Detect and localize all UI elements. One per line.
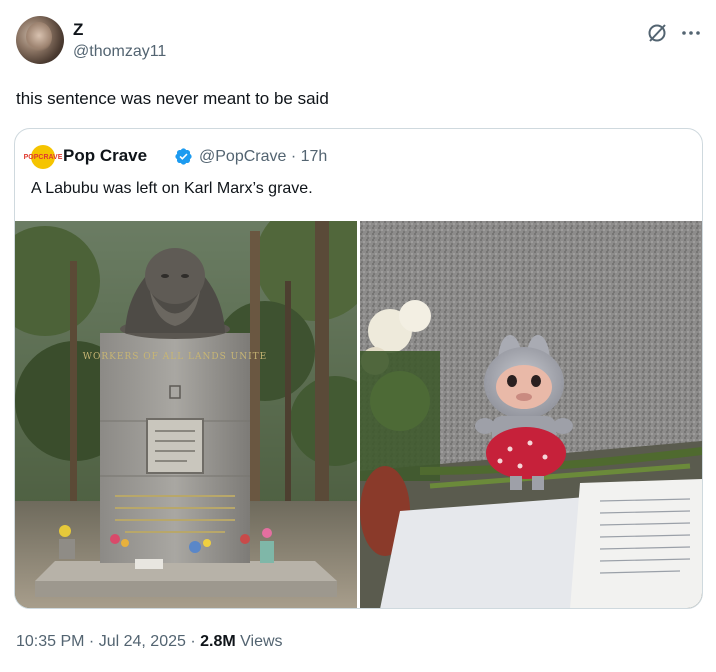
more-icon[interactable]	[680, 22, 702, 44]
photo-grid: WORKERS OF ALL LANDS UNITE	[15, 221, 702, 608]
quoted-tweet-header: POP CRAVE Pop Crave @PopCrave · 17h	[24, 145, 631, 169]
grok-icon[interactable]	[646, 22, 668, 44]
photo-marx-grave[interactable]: WORKERS OF ALL LANDS UNITE	[15, 221, 357, 608]
grave-engraving: WORKERS OF ALL LANDS UNITE	[83, 352, 267, 362]
quoted-tweet[interactable]: POP CRAVE Pop Crave @PopCrave · 17h A Lab…	[14, 128, 703, 609]
popcrave-logo[interactable]: POP CRAVE	[24, 145, 62, 169]
tweet-text: this sentence was never meant to be said	[16, 89, 329, 108]
quoted-display-name[interactable]: Pop Crave	[63, 146, 147, 166]
verified-badge-icon	[174, 147, 193, 166]
views-count: 2.8M	[200, 633, 236, 650]
tweet-header: Z @thomzay11	[16, 16, 700, 68]
quoted-handle-time[interactable]: @PopCrave · 17h	[199, 147, 327, 167]
avatar[interactable]	[16, 16, 64, 64]
display-name[interactable]: Z	[73, 20, 83, 40]
tweet-meta: 10:35 PM · Jul 24, 2025 · 2.8M Views	[16, 632, 283, 652]
views-label: Views	[235, 633, 283, 650]
handle[interactable]: @thomzay11	[73, 42, 166, 62]
timestamp-link[interactable]: 10:35 PM · Jul 24, 2025 ·	[16, 633, 200, 650]
photo-labubu[interactable]	[360, 221, 702, 608]
quoted-tweet-text: A Labubu was left on Karl Marx’s grave.	[31, 180, 313, 197]
